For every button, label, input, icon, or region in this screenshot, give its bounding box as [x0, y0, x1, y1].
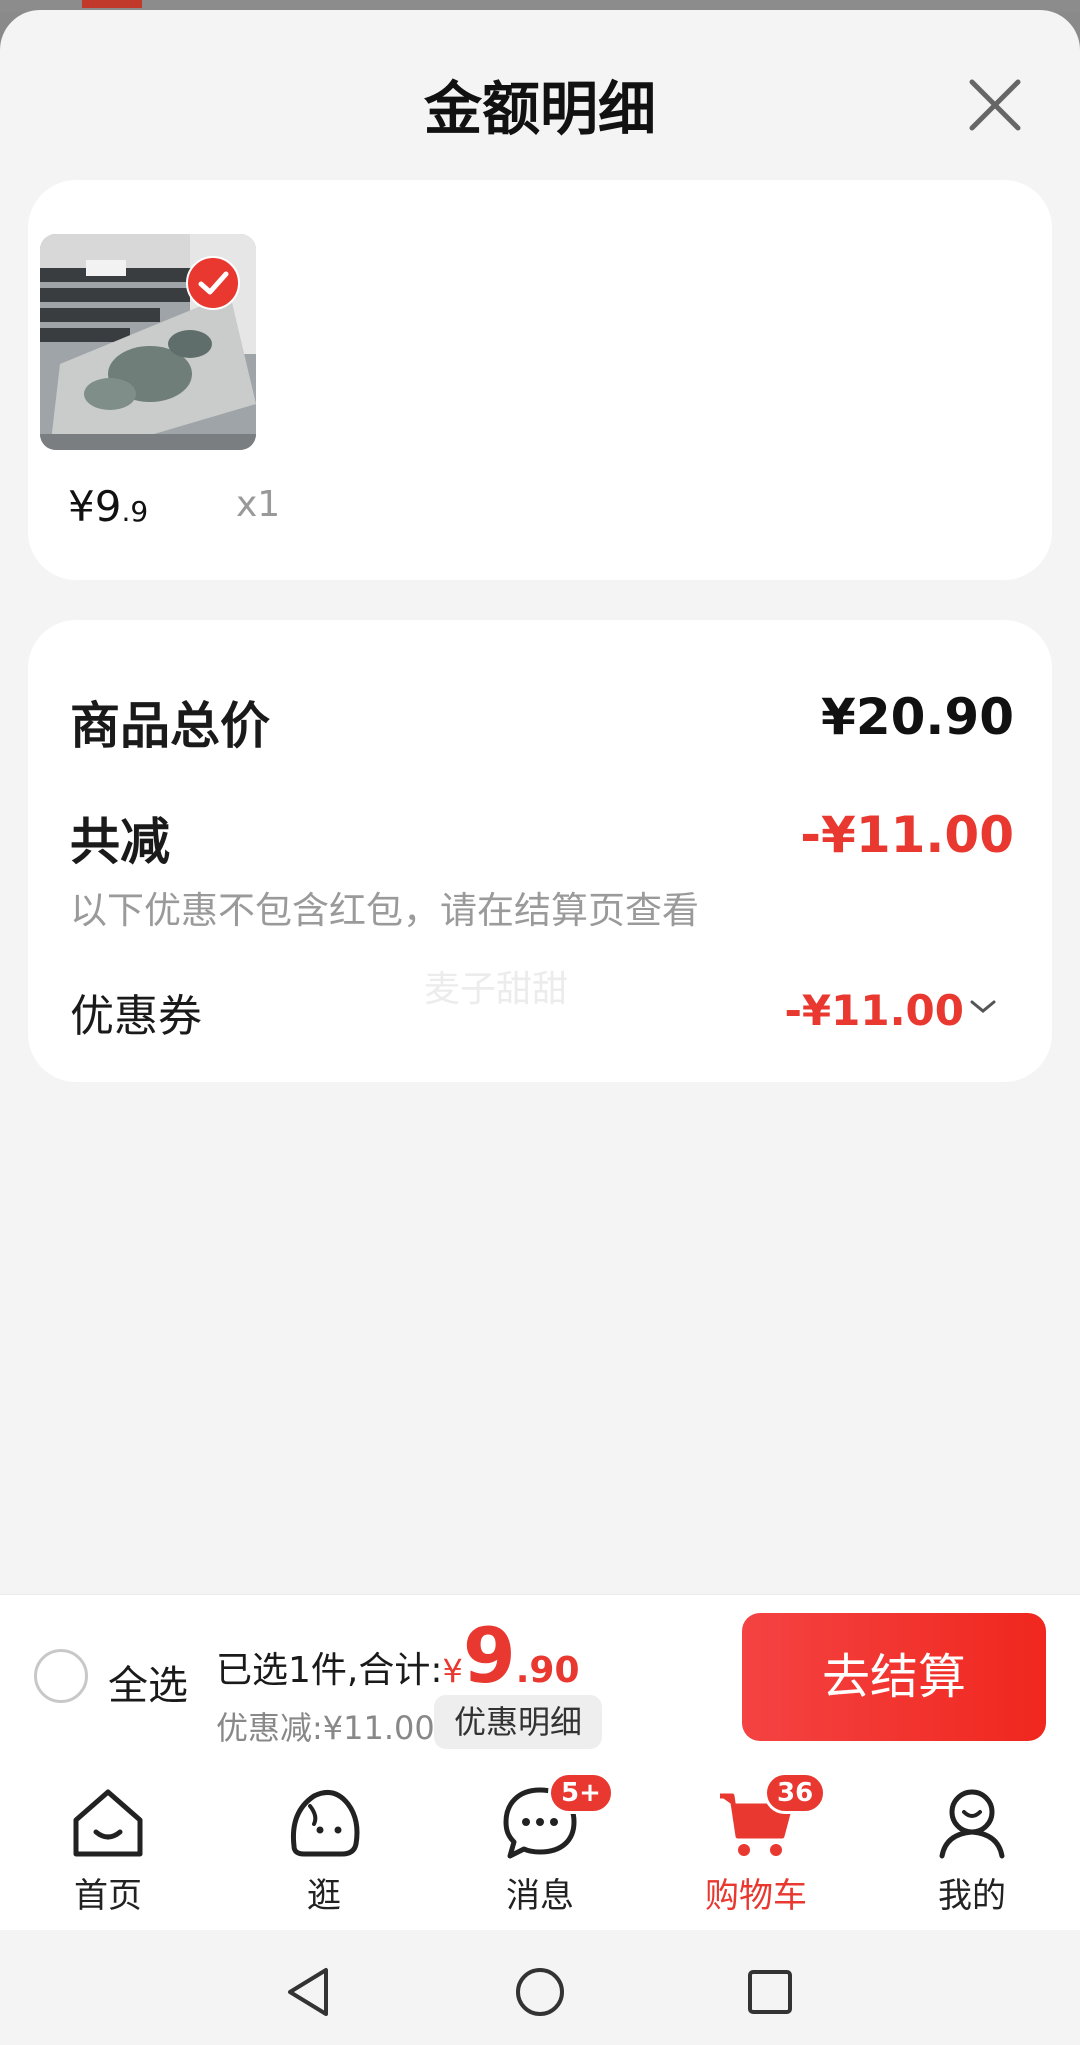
- item-price: ¥9.9: [68, 482, 148, 531]
- select-all-label[interactable]: 全选: [108, 1653, 188, 1711]
- selected-count-text: 已选1件,合计:: [216, 1650, 443, 1691]
- tab-cart-label: 购物车: [705, 1876, 807, 1916]
- item-price-main: ¥9: [68, 482, 122, 531]
- check-icon: [186, 256, 240, 310]
- tab-profile[interactable]: 我的: [892, 1782, 1052, 1922]
- total-integer: 9: [462, 1611, 516, 1700]
- coupon-label: 优惠券: [70, 991, 202, 1042]
- total-reduction-label: 共减: [70, 813, 170, 871]
- home-icon: [73, 1789, 143, 1857]
- close-icon: [969, 79, 1021, 131]
- home-circle-icon[interactable]: [512, 1964, 568, 2020]
- tab-profile-label: 我的: [938, 1876, 1006, 1916]
- tab-browse-label: 逛: [307, 1876, 341, 1916]
- tab-browse[interactable]: 逛: [244, 1782, 404, 1922]
- total-price-label: 商品总价: [70, 697, 270, 755]
- select-all-radio[interactable]: [34, 1649, 88, 1703]
- checkout-bar: 全选 已选1件,合计:¥9.90 优惠减:¥11.00 优惠明细 去结算: [0, 1594, 1080, 1764]
- tab-messages-label: 消息: [506, 1876, 574, 1916]
- currency-symbol: ¥: [442, 1652, 463, 1690]
- cart-badge: 36: [764, 1772, 827, 1814]
- system-navigation-bar: [0, 1930, 1080, 2045]
- browse-icon: [290, 1789, 360, 1857]
- discount-note: 以下优惠不包含红包，请在结算页查看: [70, 889, 699, 932]
- tab-home[interactable]: 首页: [28, 1782, 188, 1922]
- sheet-title: 金额明细: [423, 75, 656, 143]
- checkout-button[interactable]: 去结算: [742, 1613, 1046, 1741]
- checkout-total: ¥9.90: [442, 1611, 580, 1700]
- tab-cart[interactable]: 36 购物车: [676, 1772, 836, 1922]
- item-quantity: x1: [236, 484, 281, 525]
- recent-apps-icon[interactable]: [742, 1964, 798, 2020]
- discount-detail-button[interactable]: 优惠明细: [434, 1695, 603, 1749]
- item-price-decimal: .9: [121, 495, 149, 528]
- selected-summary: 已选1件,合计:¥9.90: [216, 1611, 580, 1700]
- chevron-down-icon[interactable]: [968, 996, 998, 1018]
- background-red-tab: [82, 0, 142, 8]
- coupon-value[interactable]: -¥11.00: [784, 986, 964, 1035]
- tab-home-label: 首页: [74, 1876, 142, 1916]
- back-icon[interactable]: [282, 1964, 338, 2020]
- total-reduction-value: -¥11.00: [800, 806, 1014, 864]
- tab-messages[interactable]: 5+ 消息: [460, 1772, 620, 1922]
- profile-icon: [939, 1789, 1005, 1859]
- discount-amount: 优惠减:¥11.00: [216, 1709, 435, 1747]
- message-badge: 5+: [548, 1772, 614, 1814]
- bottom-tab-bar: 首页 逛 5+ 消息 36 购物车 我的: [0, 1764, 1080, 1930]
- close-button[interactable]: [960, 70, 1030, 140]
- total-price-value: ¥20.90: [821, 688, 1014, 746]
- watermark: 麦子甜甜: [424, 969, 569, 1010]
- total-decimal: .90: [515, 1650, 580, 1691]
- product-thumbnail[interactable]: [40, 234, 256, 450]
